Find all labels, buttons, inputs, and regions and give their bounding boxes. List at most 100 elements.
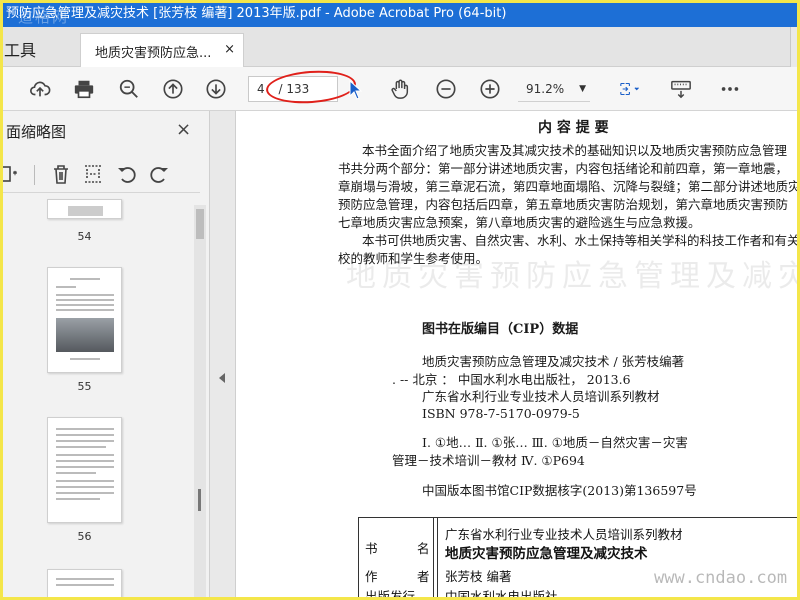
print-icon[interactable] xyxy=(72,77,96,101)
table-divider xyxy=(433,518,434,600)
thumbnail-line xyxy=(56,440,114,442)
zoom-value: 91.2% xyxy=(526,82,565,96)
thumbnail-line xyxy=(56,498,100,500)
thumbnail-line xyxy=(56,472,96,474)
table-label: 名 xyxy=(417,541,430,556)
fit-page-icon[interactable] xyxy=(612,77,648,101)
window-title: 预防应急管理及减灾技术 [张芳枝 编著] 2013年版.pdf - Adobe … xyxy=(6,6,507,21)
sidebar-close-icon[interactable]: × xyxy=(176,119,191,140)
select-cursor-icon xyxy=(349,80,363,100)
thumbnail-line xyxy=(56,428,114,430)
tab-tools[interactable]: 工具 xyxy=(4,37,36,61)
cip-line: 地质灾害预防应急管理及减灾技术 / 张芳枝编著 xyxy=(422,354,685,369)
tab-bar-edge xyxy=(790,27,800,67)
cip-number: 中国版本图书馆CIP数据核字(2013)第136597号 xyxy=(422,483,697,498)
thumbnail-number: 54 xyxy=(77,230,92,243)
zoom-select[interactable]: 91.2% ▼ xyxy=(518,76,590,102)
summary-line: 章崩塌与滑坡，第三章泥石流，第四章地面塌陷、沉降与裂缝；第二部分讲述地质灾 xyxy=(338,179,800,194)
summary-heading: 内 容 提 要 xyxy=(538,120,609,136)
thumbnail-line xyxy=(56,492,114,494)
summary-line: 书共分两个部分：第一部分讲述地质灾害，内容包括绪论和前四章，第一章地震， xyxy=(338,161,789,176)
thumbnail-sidebar: 面缩略图 × 54 55 56 xyxy=(0,111,210,600)
sidebar-toolbar-divider xyxy=(34,165,35,185)
table-label: 出版发行 xyxy=(365,589,416,600)
sidebar-scrollbar[interactable] xyxy=(194,205,206,600)
thumbnail-line xyxy=(70,278,100,280)
thumbnail-line xyxy=(56,446,106,448)
thumbnail-line xyxy=(56,299,114,301)
collapse-arrow-icon[interactable] xyxy=(219,373,225,383)
chevron-down-icon: ▼ xyxy=(579,84,586,94)
audience-line: 校的教师和学生参考使用。 xyxy=(338,251,489,266)
cip-line: . -- 北京 ： 中国水利水电出版社， 2013.6 xyxy=(392,372,631,387)
scrollbar-thumb[interactable] xyxy=(196,209,204,239)
arrow-up-icon[interactable] xyxy=(161,77,185,101)
site-watermark-bottom: www.cndao.com xyxy=(654,568,788,588)
classification-line: 管理－技术培训－教材 Ⅳ. ①P694 xyxy=(392,453,585,468)
rotate-cw-icon[interactable] xyxy=(148,163,170,185)
tab-document-label: 地质灾害预防应急... xyxy=(95,46,212,61)
table-label: 作 xyxy=(365,569,378,584)
author-value: 张芳枝 编著 xyxy=(445,569,512,584)
window-titlebar: 预防应急管理及减灾技术 [张芳枝 编著] 2013年版.pdf - Adobe … xyxy=(0,0,800,27)
more-icon[interactable] xyxy=(718,77,742,101)
sidebar-toolbar xyxy=(0,157,200,193)
cip-line: 广东省水利行业专业技术人员培训系列教材 xyxy=(422,389,660,404)
sidebar-title: 面缩略图 xyxy=(6,123,67,141)
arrow-down-icon[interactable] xyxy=(204,77,228,101)
zoom-in-icon[interactable] xyxy=(478,77,502,101)
thumbnail-line xyxy=(56,460,114,462)
summary-line: 预防应急管理，内容包括后四章，第五章地质灾害防治规划，第六章地质灾害预防 xyxy=(338,197,789,212)
tab-bar: 工具 地质灾害预防应急... × xyxy=(0,27,800,67)
thumbnail-line xyxy=(56,578,114,580)
search-zoom-icon[interactable] xyxy=(117,77,141,101)
thumbnail-line xyxy=(56,584,114,586)
thumbnail-page-55[interactable] xyxy=(47,267,122,373)
summary-line: 七章地质灾害应急预案，第八章地质灾害的避险逃生与应急救援。 xyxy=(338,215,701,230)
site-watermark: 道格网 xyxy=(18,8,70,26)
tab-document[interactable]: 地质灾害预防应急... × xyxy=(80,33,244,67)
publisher-value: 中国水利水电出版社 xyxy=(445,589,558,600)
thumbnail-image xyxy=(56,318,114,352)
cip-title: 图书在版编目（CIP）数据 xyxy=(422,322,579,337)
thumbnail-line xyxy=(56,294,114,296)
series-name: 广东省水利行业专业技术人员培训系列教材 xyxy=(445,527,683,542)
extract-pages-icon[interactable] xyxy=(82,163,104,185)
table-label: 书 xyxy=(365,541,378,556)
pane-splitter[interactable] xyxy=(210,111,236,600)
thumbnail-line xyxy=(56,486,114,488)
rotate-ccw-icon[interactable] xyxy=(116,163,138,185)
thumbnail-line xyxy=(56,466,114,468)
thumbnail-line xyxy=(56,309,114,311)
trash-icon[interactable] xyxy=(50,163,72,185)
thumbnail-line xyxy=(70,358,100,360)
cip-line: ISBN 978-7-5170-0979-5 xyxy=(422,406,580,421)
thumbnail-line xyxy=(56,480,114,482)
thumbnail-line xyxy=(56,304,114,306)
classification-line: Ⅰ. ①地… Ⅱ. ①张… Ⅲ. ①地质－自然灾害－灾害 xyxy=(422,435,688,450)
table-label: 者 xyxy=(417,569,430,584)
thumbnail-page-57[interactable] xyxy=(47,569,122,600)
book-title: 地质灾害预防应急管理及减灾技术 xyxy=(445,546,648,562)
main-toolbar: 4 / 133 91.2% ▼ xyxy=(0,67,800,111)
table-divider xyxy=(437,518,438,600)
thumbnail-page-54[interactable] xyxy=(47,199,122,219)
keyboard-icon[interactable] xyxy=(669,77,693,101)
thumbnail-page-56[interactable] xyxy=(47,417,122,523)
sidebar-resize-handle[interactable] xyxy=(198,489,201,511)
hand-icon[interactable] xyxy=(388,77,412,101)
thumbnail-line xyxy=(56,434,114,436)
cloud-upload-icon[interactable] xyxy=(28,77,52,101)
summary-line: 本书全面介绍了地质灾害及其减灾技术的基础知识以及地质灾害预防应急管理 xyxy=(362,143,788,158)
tab-close-icon[interactable]: × xyxy=(224,42,235,57)
audience-line: 本书可供地质灾害、自然灾害、水利、水土保持等相关学科的科技工作者和有关 xyxy=(362,233,800,248)
thumbnail-number: 56 xyxy=(77,530,92,543)
page-current[interactable]: 4 xyxy=(257,82,265,96)
thumbnail-options-icon[interactable] xyxy=(2,163,24,185)
zoom-out-icon[interactable] xyxy=(434,77,458,101)
thumbnail-line xyxy=(56,454,114,456)
thumbnail-line xyxy=(56,286,76,288)
thumbnail-number: 55 xyxy=(77,380,92,393)
thumbnail-image xyxy=(68,206,103,216)
document-view[interactable]: 地质灾害预防应急管理及减灾技术 内 容 提 要 本书全面介绍了地质灾害及其减灾技… xyxy=(236,111,800,600)
